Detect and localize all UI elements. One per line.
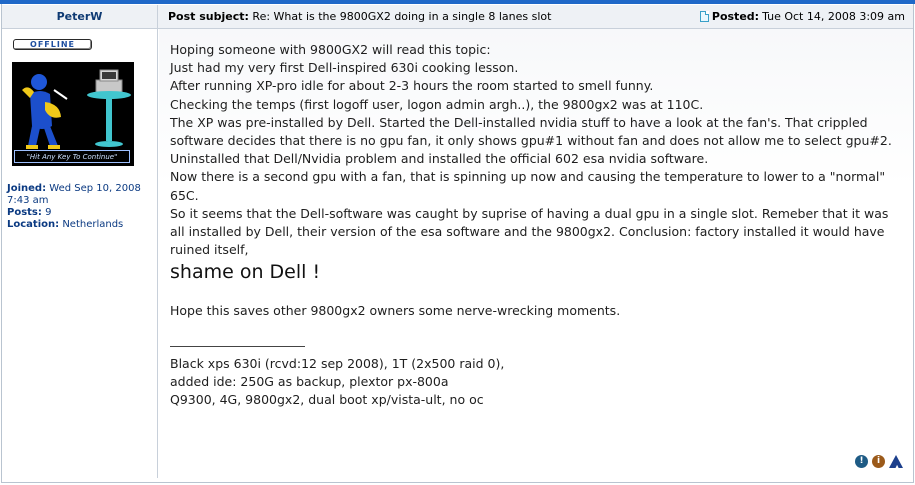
- post-line: So it seems that the Dell-software was c…: [170, 205, 889, 258]
- post-line: The XP was pre-installed by Dell. Starte…: [170, 114, 892, 149]
- posts-count: 9: [45, 207, 52, 218]
- signature-line: Black xps 630i (rcvd:12 sep 2008), 1T (2…: [170, 355, 505, 371]
- author-details: Joined: Wed Sep 10, 2008 7:43 am Posts: …: [7, 183, 157, 231]
- location-label: Location:: [7, 219, 60, 230]
- signature-line: Q9300, 4G, 9800gx2, dual boot xp/vista-u…: [170, 392, 484, 408]
- emphasis-text: shame on Dell !: [170, 261, 321, 284]
- top-arrow-glyph: ▲: [894, 463, 901, 472]
- post-action-icons: ! i ▲: [855, 455, 903, 472]
- post-frame: PeterW Post subject: Re: What is the 980…: [1, 4, 914, 483]
- post-header: PeterW Post subject: Re: What is the 980…: [2, 5, 913, 28]
- post-line: Just had my very first Dell-inspired 630…: [170, 60, 519, 76]
- info-icon[interactable]: i: [872, 455, 885, 468]
- post-line: Checking the temps (first logoff user, l…: [170, 96, 704, 112]
- post-line: After running XP-pro idle for about 2-3 …: [170, 78, 654, 94]
- post-line: Now there is a second gpu with a fan, th…: [170, 169, 886, 203]
- post-body: Hoping someone with 9800GX2 will read th…: [159, 29, 913, 478]
- post-subject-bar: Post subject: Re: What is the 9800GX2 do…: [158, 5, 913, 28]
- report-icon[interactable]: !: [855, 455, 868, 468]
- joined-row: Joined: Wed Sep 10, 2008 7:43 am: [7, 183, 157, 207]
- signature-divider: [170, 345, 305, 347]
- author-name[interactable]: PeterW: [2, 5, 158, 28]
- post-line: Hoping someone with 9800GX2 will read th…: [170, 42, 491, 57]
- avatar-caption: "Hit Any Key To Continue": [14, 150, 130, 163]
- author-profile-column: Offline: [2, 29, 158, 478]
- post-line: Uninstalled that Dell/Nvidia problem and…: [170, 151, 709, 167]
- posted-label: Posted:: [711, 10, 760, 23]
- posts-label: Posts:: [7, 207, 42, 218]
- closing-text: Hope this saves other 9800gx2 owners som…: [170, 303, 621, 319]
- signature-line: added ide: 250G as backup, plextor px-80…: [170, 373, 449, 389]
- posts-row: Posts: 9: [7, 207, 157, 219]
- subject-label: Post subject:: [168, 10, 249, 23]
- posted-date: Tue Oct 14, 2008 3:09 am: [762, 10, 905, 23]
- top-arrow-icon[interactable]: ▲: [889, 455, 903, 472]
- offline-status-badge: Offline: [13, 39, 92, 50]
- avatar: "Hit Any Key To Continue": [12, 62, 134, 166]
- joined-label: Joined:: [7, 183, 47, 194]
- location-row: Location: Netherlands: [7, 219, 157, 231]
- location-value: Netherlands: [62, 219, 124, 230]
- post-icon[interactable]: [699, 11, 709, 22]
- subject-text: Re: What is the 9800GX2 doing in a singl…: [252, 10, 552, 23]
